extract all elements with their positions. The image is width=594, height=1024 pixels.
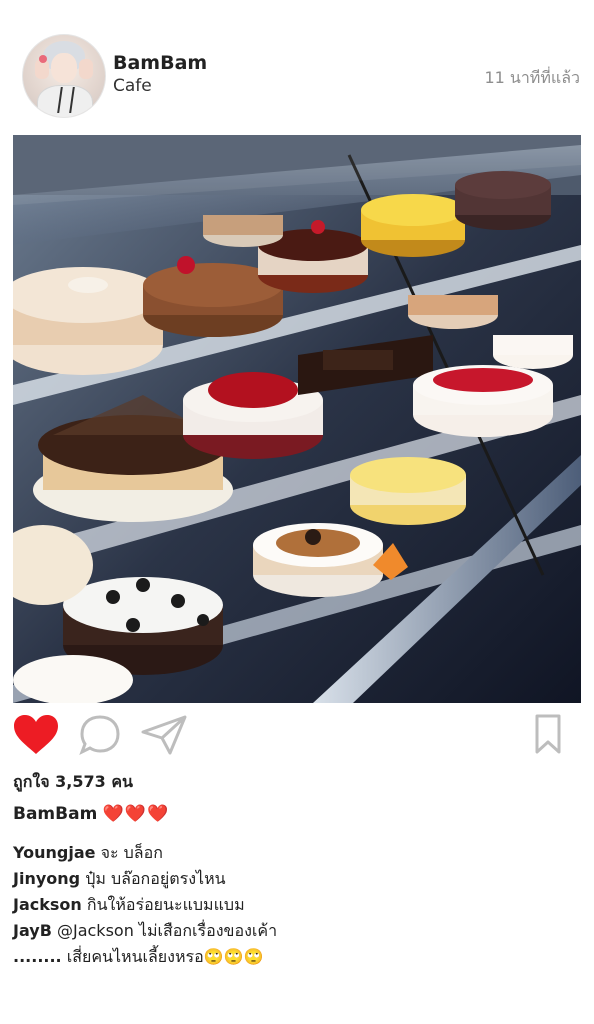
post-timestamp: 11 นาทีที่แล้ว bbox=[484, 68, 580, 87]
post-photo[interactable] bbox=[13, 135, 581, 703]
comments-list: Youngjae จะ บล็อก Jinyong ปุ๋ม บล๊อกอยู่… bbox=[13, 840, 583, 970]
comment-item: Youngjae จะ บล็อก bbox=[13, 840, 583, 866]
caption-username[interactable]: BamBam bbox=[13, 804, 97, 824]
comment-text: ปุ๋ม บล๊อกอยู่ตรงไหน bbox=[85, 869, 226, 888]
avatar-hand-right bbox=[79, 59, 93, 79]
bookmark-icon bbox=[535, 714, 561, 754]
comment-username[interactable]: Jackson bbox=[13, 895, 82, 914]
heart-filled-icon bbox=[14, 715, 58, 754]
comment-text: จะ บล็อก bbox=[100, 843, 163, 862]
caption-text: ❤️❤️❤️ bbox=[102, 804, 170, 824]
comment-username[interactable]: JayB bbox=[13, 921, 52, 940]
paper-plane-icon bbox=[141, 715, 187, 755]
comment-button[interactable] bbox=[78, 714, 122, 760]
comment-item: Jackson กินให้อร่อยนะแบมแบม bbox=[13, 892, 583, 918]
like-button[interactable] bbox=[13, 714, 59, 760]
comment-item: Jinyong ปุ๋ม บล๊อกอยู่ตรงไหน bbox=[13, 866, 583, 892]
save-button[interactable] bbox=[534, 714, 562, 760]
comment-text: เสี่ยคนไหนเลี้ยงหรอ🙄🙄🙄 bbox=[66, 947, 264, 966]
comment-username: ........ bbox=[13, 947, 62, 966]
avatar-accent bbox=[39, 55, 47, 63]
comment-item: ........ เสี่ยคนไหนเลี้ยงหรอ🙄🙄🙄 bbox=[13, 944, 583, 970]
avatar[interactable] bbox=[22, 34, 106, 118]
post-header: BamBam Cafe 11 นาทีที่แล้ว bbox=[0, 0, 594, 135]
comment-text: @Jackson ไม่เสือกเรื่องของเค้า bbox=[56, 921, 278, 940]
avatar-face bbox=[51, 53, 77, 83]
comment-text: กินให้อร่อยนะแบมแบม bbox=[86, 895, 245, 914]
likes-count[interactable]: ถูกใจ 3,573 คน bbox=[13, 770, 133, 795]
comment-username[interactable]: Jinyong bbox=[13, 869, 80, 888]
share-button[interactable] bbox=[140, 714, 188, 760]
post-actions bbox=[0, 710, 594, 760]
comment-username[interactable]: Youngjae bbox=[13, 843, 95, 862]
post-location[interactable]: Cafe bbox=[113, 76, 152, 96]
cake-display-photo bbox=[13, 135, 581, 703]
caption: BamBam ❤️❤️❤️ bbox=[13, 804, 169, 824]
comment-bubble-icon bbox=[79, 715, 120, 756]
comment-item: JayB @Jackson ไม่เสือกเรื่องของเค้า bbox=[13, 918, 583, 944]
post-username[interactable]: BamBam bbox=[113, 52, 207, 74]
